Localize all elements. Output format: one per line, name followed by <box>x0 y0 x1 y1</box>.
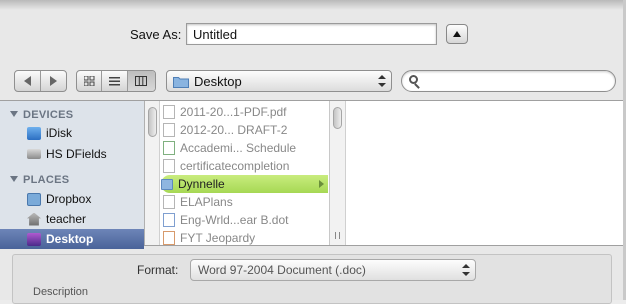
sidebar-item-hs-dfields[interactable]: HS DFields <box>0 144 144 164</box>
document-file-icon <box>163 123 175 137</box>
list-item[interactable]: certificatecompletion <box>163 157 329 175</box>
popup-arrows-icon <box>462 264 470 276</box>
presentation-file-icon <box>163 231 175 245</box>
save-as-label: Save As: <box>130 27 182 42</box>
view-mode-buttons <box>76 70 156 92</box>
home-icon <box>27 212 41 226</box>
desktop-icon <box>27 232 41 246</box>
filename-field[interactable] <box>186 23 437 45</box>
list-item-selected[interactable]: Dynnelle <box>161 175 328 193</box>
column-view-icon <box>135 76 148 86</box>
search-icon <box>409 75 418 84</box>
list-view-button[interactable] <box>102 71 128 91</box>
disclosure-triangle-icon <box>10 111 18 117</box>
location-label: Desktop <box>194 73 242 89</box>
description-label: Description <box>33 286 89 298</box>
document-file-icon <box>163 195 175 209</box>
collapse-button[interactable] <box>446 24 468 44</box>
list-item[interactable]: 2011-20...1-PDF.pdf <box>163 103 329 121</box>
file-column: 2011-20...1-PDF.pdf 2012-20... DRAFT-2 A… <box>145 101 330 245</box>
list-item[interactable]: FYT Jeopardy <box>163 229 329 245</box>
sidebar: DEVICES iDisk HS DFields PLACES Dropbox … <box>0 101 145 249</box>
forward-button[interactable] <box>41 71 66 91</box>
sidebar-item-teacher[interactable]: teacher <box>0 209 144 229</box>
save-sheet: Save As: Desktop DEVICES iD <box>0 0 626 304</box>
scroll-thumb[interactable] <box>148 107 157 137</box>
sheet-shadow <box>0 0 626 10</box>
popup-arrows-icon <box>378 75 386 87</box>
icon-view-icon <box>83 76 95 86</box>
up-triangle-icon <box>453 30 461 37</box>
list-item[interactable]: 2012-20... DRAFT-2 <box>163 121 329 139</box>
back-button[interactable] <box>15 71 41 91</box>
back-arrow-icon <box>23 76 31 86</box>
icon-view-button[interactable] <box>77 71 103 91</box>
list-item[interactable]: Eng-Wrld...ear B.dot <box>163 211 329 229</box>
file-column-scrollbar[interactable] <box>145 101 160 245</box>
idisk-icon <box>27 126 41 140</box>
document-file-icon <box>163 159 175 173</box>
disclosure-arrow-icon <box>319 180 324 188</box>
second-column-scrollbar[interactable] <box>330 101 346 245</box>
word-template-icon <box>163 213 175 227</box>
sidebar-item-idisk[interactable]: iDisk <box>0 123 144 143</box>
search-field[interactable] <box>401 70 616 92</box>
sidebar-item-desktop[interactable]: Desktop <box>0 229 144 249</box>
devices-header[interactable]: DEVICES <box>10 109 73 121</box>
list-item[interactable]: Accademi... Schedule <box>163 139 329 157</box>
folder-icon <box>173 76 189 88</box>
dropbox-folder-icon <box>27 192 41 206</box>
list-item[interactable]: ELAPlans <box>163 193 329 211</box>
scroll-thumb[interactable] <box>333 107 342 129</box>
folder-icon <box>161 178 173 190</box>
back-forward-buttons <box>14 70 67 92</box>
format-label: Format: <box>137 263 179 277</box>
format-value: Word 97-2004 Document (.doc) <box>198 263 366 277</box>
forward-arrow-icon <box>49 76 57 86</box>
sidebar-item-dropbox[interactable]: Dropbox <box>0 189 144 209</box>
disclosure-triangle-icon <box>10 176 18 182</box>
spreadsheet-file-icon <box>163 141 175 155</box>
column-resize-handle[interactable] <box>335 232 340 239</box>
column-view-button[interactable] <box>127 71 155 91</box>
location-popup[interactable]: Desktop <box>166 70 392 92</box>
pdf-file-icon <box>163 105 175 119</box>
hard-drive-icon <box>27 149 41 159</box>
file-browser: DEVICES iDisk HS DFields PLACES Dropbox … <box>0 100 626 249</box>
places-header[interactable]: PLACES <box>10 174 69 186</box>
search-icon-handle <box>414 83 420 89</box>
format-popup[interactable]: Word 97-2004 Document (.doc) <box>190 259 476 281</box>
list-view-icon <box>109 76 121 85</box>
